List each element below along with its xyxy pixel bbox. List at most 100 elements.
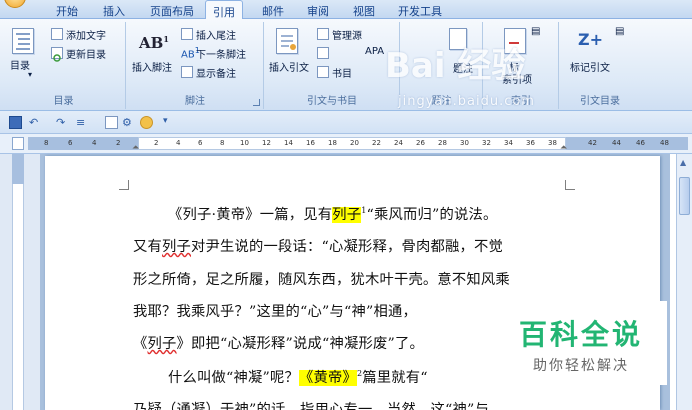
margin-corner-mark bbox=[119, 180, 129, 190]
ruler-tick: 4 bbox=[92, 139, 97, 147]
ruler-tick: 6 bbox=[198, 139, 203, 147]
ruler-tick: 4 bbox=[176, 139, 181, 147]
insert-citation-icon bbox=[276, 28, 298, 54]
paragraph-line[interactable]: 乃疑（通凝）于神”的话。指用心专一。当然，这“神”与 bbox=[133, 398, 489, 410]
baike-watermark: 百科全说 助你轻松解决 bbox=[495, 301, 667, 385]
insert-endnote-icon bbox=[181, 28, 193, 40]
group-footnotes: AB1 插入脚注 插入尾注 AB1 下一条脚注 显示备注 脚注 bbox=[127, 22, 264, 109]
paragraph-line[interactable]: 形之所倚，足之所履，随风东西，犹木叶干壳。意不知风乘 bbox=[133, 268, 510, 289]
ruler-tick: 42 bbox=[588, 139, 597, 147]
manage-sources-button[interactable]: 管理源 bbox=[332, 27, 362, 42]
manage-sources-icon bbox=[317, 28, 329, 40]
ruler-tick: 20 bbox=[350, 139, 359, 147]
toa-small-icon: ▤ bbox=[615, 26, 625, 37]
ruler-tick: 14 bbox=[284, 139, 293, 147]
ribbon: 目录 ▾ 添加文字 更新目录 目录 AB1 插入脚注 插入尾注 AB1 下一条脚… bbox=[0, 19, 692, 111]
indent-marker-icon[interactable]: ⏶ bbox=[132, 143, 139, 153]
group-label-footnotes: 脚注 bbox=[185, 96, 205, 107]
style-dropdown[interactable]: APA bbox=[365, 46, 384, 57]
watermark-title: 百科全说 bbox=[518, 318, 643, 351]
paragraph-line[interactable]: 又有列子对尹生说的一段话：“心凝形释，骨肉都融，不觉 bbox=[133, 235, 503, 256]
tools-icon[interactable]: ⚙ bbox=[122, 116, 135, 129]
scrollbar-thumb[interactable] bbox=[679, 177, 690, 215]
insert-citation-button[interactable]: 插入引文 bbox=[269, 59, 309, 74]
ruler-tick: 16 bbox=[306, 139, 315, 147]
tab-view[interactable]: 视图 bbox=[353, 3, 375, 19]
bibliography-icon bbox=[317, 66, 329, 78]
tab-page-layout[interactable]: 页面布局 bbox=[150, 3, 194, 19]
right-indent-marker-icon[interactable]: ⏶ bbox=[560, 143, 567, 153]
ruler-tick: 26 bbox=[416, 139, 425, 147]
group-citations: 插入引文 管理源 APA 书目 引文与书目 bbox=[265, 22, 400, 109]
vertical-ruler[interactable] bbox=[0, 154, 40, 410]
quick-access-toolbar: ↶ ↷ ≡ ⚙ ▾ bbox=[0, 111, 692, 134]
ruler-tick: 46 bbox=[636, 139, 645, 147]
update-table-button[interactable]: 更新目录 bbox=[66, 46, 106, 61]
customize-toolbar-icon[interactable]: ▾ bbox=[163, 116, 176, 129]
group-label-toc: 目录 bbox=[53, 96, 74, 107]
spellcheck-text: 列子 bbox=[147, 336, 177, 352]
group-label-toa: 引文目录 bbox=[580, 96, 620, 107]
ruler-tick: 22 bbox=[372, 139, 381, 147]
mark-citation-icon: Z+ bbox=[578, 30, 604, 49]
chevron-down-icon: ▾ bbox=[28, 70, 33, 79]
insert-endnote-button[interactable]: 插入尾注 bbox=[196, 27, 236, 42]
toc-button[interactable]: 目录 bbox=[10, 57, 30, 72]
group-table-of-authorities: Z+ ▤ 标记引文 引文目录 bbox=[560, 22, 640, 109]
ruler-tick: 28 bbox=[438, 139, 447, 147]
ruler-tick: 8 bbox=[220, 139, 225, 147]
ruler-tick: 48 bbox=[660, 139, 669, 147]
redo-icon[interactable]: ↷ bbox=[56, 116, 69, 129]
index-small-icon: ▤ bbox=[531, 26, 541, 37]
show-notes-button[interactable]: 显示备注 bbox=[196, 65, 236, 80]
paragraph-line[interactable]: 《列子·黄帝》一篇，见有列子1“乘风而归”的说法。 bbox=[168, 203, 498, 224]
footnote-dialog-launcher-icon[interactable] bbox=[253, 99, 260, 106]
group-toc: 目录 ▾ 添加文字 更新目录 目录 bbox=[2, 22, 126, 109]
scroll-up-icon[interactable]: ▲ bbox=[680, 158, 686, 167]
table-of-contents-icon bbox=[12, 28, 34, 54]
paragraph-line[interactable]: 《列子》即把“心凝形释”说成“神凝形废”了。 bbox=[133, 332, 424, 353]
tab-mailings[interactable]: 邮件 bbox=[262, 3, 284, 19]
style-icon bbox=[317, 47, 329, 59]
spellcheck-text: 列子 bbox=[162, 239, 191, 255]
mark-citation-button[interactable]: 标记引文 bbox=[570, 59, 610, 74]
ruler-tick: 24 bbox=[394, 139, 403, 147]
paragraph-line[interactable]: 什么叫做“神凝”呢？《黄帝》2篇里就有“ bbox=[168, 366, 428, 387]
next-footnote-button[interactable]: 下一条脚注 bbox=[196, 46, 246, 61]
ruler-tick: 18 bbox=[328, 139, 337, 147]
tab-developer[interactable]: 开发工具 bbox=[398, 3, 442, 19]
ruler-tick: 2 bbox=[116, 139, 121, 147]
print-preview-icon[interactable] bbox=[105, 116, 118, 129]
ruler-tick: 8 bbox=[44, 139, 49, 147]
insert-footnote-icon: AB1 bbox=[139, 34, 169, 52]
office-button[interactable] bbox=[4, 0, 26, 8]
ruler-tick: 44 bbox=[612, 139, 621, 147]
horizontal-ruler[interactable]: 8 6 4 2 2 4 6 8 10 12 14 16 18 20 22 24 … bbox=[0, 134, 692, 154]
show-notes-icon bbox=[181, 66, 193, 78]
tab-references[interactable]: 引用 bbox=[205, 0, 243, 20]
ruler-tick: 6 bbox=[68, 139, 73, 147]
baidu-watermark: Bai 经验 bbox=[385, 46, 526, 86]
tab-home[interactable]: 开始 bbox=[56, 3, 78, 19]
ruler-tick: 36 bbox=[526, 139, 535, 147]
save-icon[interactable] bbox=[9, 116, 22, 129]
paragraph-line[interactable]: 我耶？我乘风乎？”这里的“心”与“神”相通， bbox=[133, 300, 417, 321]
update-table-icon bbox=[51, 47, 63, 62]
list-icon[interactable]: ≡ bbox=[76, 116, 89, 129]
add-text-icon bbox=[51, 28, 63, 40]
watermark-subtitle: 助你轻松解决 bbox=[533, 358, 629, 374]
baidu-watermark-url: jingyan.baidu.com bbox=[398, 94, 535, 109]
tab-review[interactable]: 审阅 bbox=[307, 3, 329, 19]
add-text-button[interactable]: 添加文字 bbox=[66, 27, 106, 42]
undo-icon[interactable]: ↶ bbox=[29, 116, 42, 129]
word-window: 开始 插入 页面布局 引用 邮件 审阅 视图 开发工具 目录 ▾ 添加文字 更新… bbox=[0, 0, 692, 410]
circle-icon[interactable] bbox=[140, 116, 153, 129]
insert-footnote-button[interactable]: 插入脚注 bbox=[132, 59, 172, 74]
ruler-tick: 38 bbox=[548, 139, 557, 147]
bibliography-button[interactable]: 书目 bbox=[332, 65, 352, 80]
tab-insert[interactable]: 插入 bbox=[103, 3, 125, 19]
highlighted-text: 《黄帝》 bbox=[299, 370, 357, 386]
ruler-tick: 34 bbox=[504, 139, 513, 147]
ruler-tick: 10 bbox=[240, 139, 249, 147]
tab-stop-selector-icon[interactable] bbox=[12, 137, 24, 150]
